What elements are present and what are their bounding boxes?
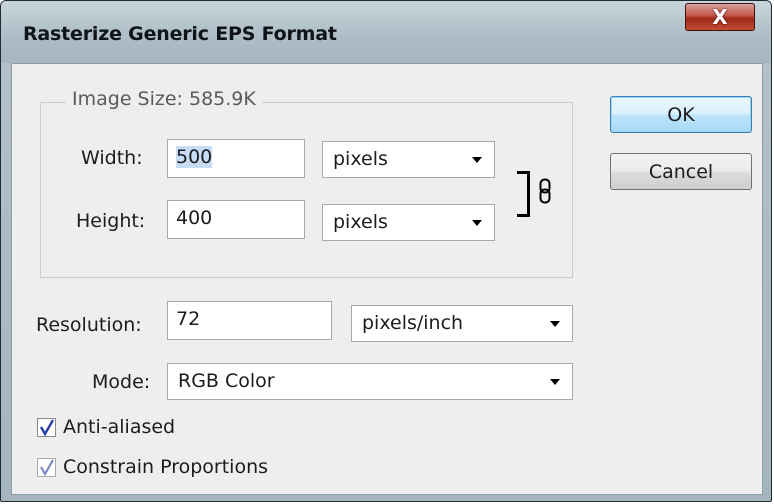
- mode-value: RGB Color: [178, 370, 275, 392]
- title-bar[interactable]: Rasterize Generic EPS Format X: [1, 1, 771, 63]
- width-unit-select[interactable]: pixels: [322, 141, 495, 178]
- dialog-window: Rasterize Generic EPS Format X Image Siz…: [0, 0, 772, 502]
- mode-select[interactable]: RGB Color: [167, 363, 573, 400]
- height-value: 400: [176, 207, 213, 229]
- resolution-unit-select[interactable]: pixels/inch: [351, 305, 573, 342]
- dialog-body: Image Size: 585.9K Width: 500 pixels Hei…: [11, 63, 763, 495]
- height-unit-select[interactable]: pixels: [322, 204, 495, 241]
- checkmark-icon: [40, 459, 54, 476]
- checkmark-icon: [39, 419, 55, 436]
- anti-aliased-checkbox[interactable]: [37, 418, 56, 437]
- resolution-unit-value: pixels/inch: [362, 312, 464, 334]
- height-label: Height:: [76, 210, 146, 232]
- width-unit-value: pixels: [333, 148, 388, 170]
- close-icon: X: [712, 5, 728, 29]
- width-label: Width:: [81, 147, 143, 169]
- resolution-input[interactable]: 72: [167, 301, 332, 340]
- width-value: 500: [176, 146, 213, 168]
- width-input[interactable]: 500: [167, 139, 305, 178]
- anti-aliased-label[interactable]: Anti-aliased: [63, 416, 175, 438]
- constrain-proportions-label[interactable]: Constrain Proportions: [63, 456, 268, 478]
- height-input[interactable]: 400: [167, 200, 305, 239]
- close-button[interactable]: X: [685, 3, 755, 31]
- constrain-proportions-checkbox[interactable]: [37, 458, 56, 477]
- ok-button[interactable]: OK: [610, 96, 752, 133]
- mode-label: Mode:: [92, 371, 151, 393]
- chevron-down-icon: [472, 220, 482, 226]
- image-size-group: [40, 102, 573, 278]
- chain-link-icon: [539, 178, 551, 204]
- constrain-bracket: [517, 171, 530, 217]
- cancel-button[interactable]: Cancel: [610, 153, 752, 190]
- resolution-value: 72: [176, 308, 201, 330]
- image-size-label: Image Size: 585.9K: [66, 88, 262, 110]
- chevron-down-icon: [550, 379, 560, 385]
- resolution-label: Resolution:: [36, 314, 142, 336]
- dialog-title: Rasterize Generic EPS Format: [23, 23, 337, 45]
- chevron-down-icon: [550, 321, 560, 327]
- chevron-down-icon: [472, 157, 482, 163]
- height-unit-value: pixels: [333, 211, 388, 233]
